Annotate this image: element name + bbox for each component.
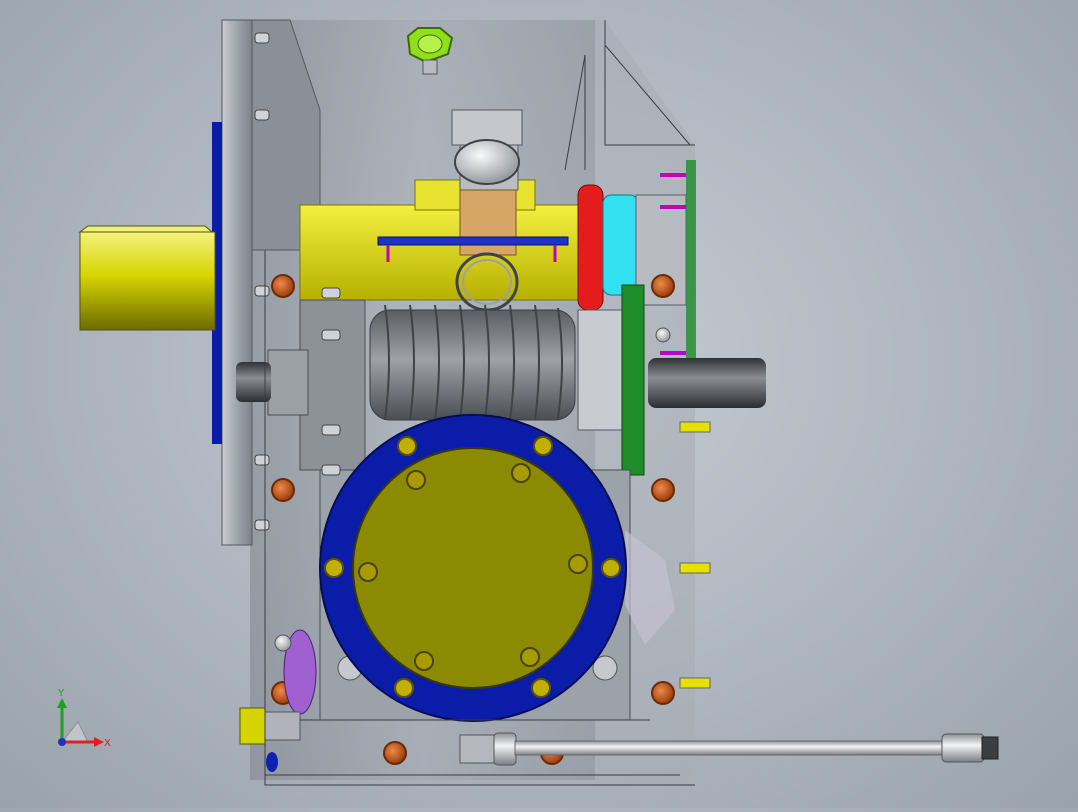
- cad-viewport[interactable]: [0, 0, 1078, 808]
- flange-screw: [321, 464, 341, 476]
- green-seal: [621, 284, 645, 476]
- input-shaft: [648, 358, 766, 408]
- plate-bolt: [511, 463, 531, 483]
- cover-bolt: [601, 558, 621, 578]
- housing-bolt: [271, 274, 295, 298]
- drain-screw: [239, 707, 266, 745]
- flange-screw: [321, 287, 341, 299]
- tube-fitting: [493, 732, 517, 766]
- flange-screw: [254, 519, 270, 531]
- flange-screw: [254, 454, 270, 466]
- flange-screw: [254, 32, 270, 44]
- plate-bolt: [414, 651, 434, 671]
- output-shaft: [79, 231, 216, 331]
- gearbox-model[interactable]: [0, 0, 1078, 808]
- blue-plate: [377, 236, 569, 246]
- triad-plane: [60, 721, 89, 743]
- tube-fitting: [941, 733, 985, 763]
- plate-bolt: [520, 647, 540, 667]
- plate-bolt: [406, 470, 426, 490]
- cover-bolt: [533, 436, 553, 456]
- y-axis-label: Y: [57, 688, 65, 699]
- plate-bolt: [358, 562, 378, 582]
- z-axis: [58, 738, 66, 746]
- worm-screw: [369, 309, 576, 421]
- bearing-cap: [454, 139, 520, 185]
- housing-bolt: [651, 478, 675, 502]
- red-seal: [577, 184, 604, 311]
- input-flange: [221, 19, 253, 546]
- flange-screw: [321, 424, 341, 436]
- flange-screw: [254, 285, 270, 297]
- housing-bolt: [651, 274, 675, 298]
- housing-bolt: [383, 741, 407, 765]
- worm-bearing-left: [299, 299, 366, 471]
- worm-shaft-left-end: [236, 362, 271, 402]
- flange-screw: [254, 109, 270, 121]
- yellow-screw: [679, 421, 711, 433]
- cover-bolt: [531, 678, 551, 698]
- inner-gear-housing: [299, 204, 586, 301]
- cover-bolt: [394, 678, 414, 698]
- cyan-seal: [602, 194, 639, 296]
- flange-screw: [321, 329, 341, 341]
- gear-cover-plate: [352, 447, 594, 689]
- cover-bolt: [397, 436, 417, 456]
- yellow-screw: [679, 562, 711, 574]
- coordinate-triad: Y X: [48, 684, 128, 764]
- plate-bolt: [568, 554, 588, 574]
- cover-bolt: [324, 558, 344, 578]
- housing-bolt: [651, 681, 675, 705]
- housing-bolt: [271, 478, 295, 502]
- x-axis-label: X: [104, 738, 111, 749]
- worm-bearing-right: [577, 309, 624, 431]
- yellow-screw: [679, 677, 711, 689]
- oil-tube: [514, 740, 946, 756]
